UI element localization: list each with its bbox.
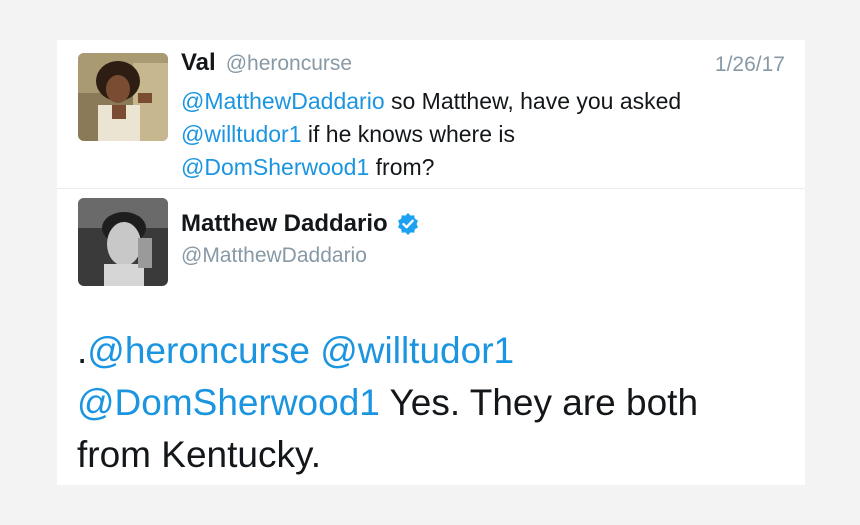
mention-heroncurse[interactable]: @heroncurse [87,330,310,371]
tweet-author-handle[interactable]: @MatthewDaddario [181,244,367,268]
replied-tweet[interactable]: Val @heroncurse 1/26/17 @MatthewDaddario … [57,40,805,189]
reply-date[interactable]: 1/26/17 [715,53,785,77]
tweet-text-prefix: . [77,330,88,371]
reply-text-part: from? [369,154,435,180]
reply-text-part: so Matthew, have you asked [384,88,682,114]
mention-willtudor1[interactable]: @willtudor1 [181,121,302,147]
reply-author-handle[interactable]: @heroncurse [226,52,352,75]
tweet-text: .@heroncurse @willtudor1 @DomSherwood1 Ye… [77,325,777,481]
avatar-val[interactable] [78,53,168,141]
mention-matthewdaddario[interactable]: @MatthewDaddario [181,88,385,114]
reply-header: Val @heroncurse 1/26/17 [181,49,785,79]
mention-domsherwood1[interactable]: @DomSherwood1 [181,154,369,180]
tweet-card: Val @heroncurse 1/26/17 @MatthewDaddario … [57,40,805,485]
avatar-matthew[interactable] [78,198,168,286]
tweet-author-name[interactable]: Matthew Daddario [181,210,388,238]
tweet-author-name-row: Matthew Daddario [181,210,420,238]
reply-text: @MatthewDaddario so Matthew, have you as… [181,85,791,184]
mention-willtudor1[interactable]: @willtudor1 [320,330,514,371]
reply-author-name[interactable]: Val [181,49,216,76]
mention-domsherwood1[interactable]: @DomSherwood1 [77,382,380,423]
verified-badge-icon [396,212,420,236]
reply-text-part: if he knows where is [301,121,515,147]
